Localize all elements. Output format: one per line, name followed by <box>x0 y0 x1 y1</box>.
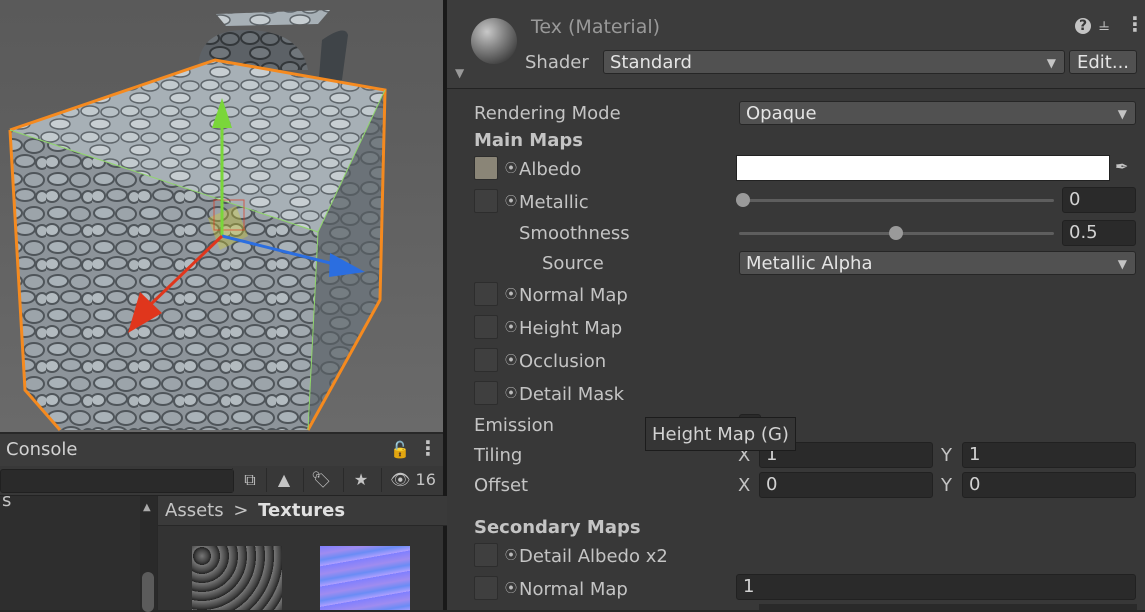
texture-lock-icon: ⦿ <box>505 353 518 367</box>
edit-shader-button[interactable]: Edit... <box>1069 50 1137 74</box>
metallic-texture-slot[interactable] <box>474 189 498 213</box>
scroll-up-icon[interactable]: ▲ <box>143 502 151 513</box>
normal-map-label: Normal Map <box>519 285 628 306</box>
height-map-texture-slot[interactable] <box>474 315 498 339</box>
breadcrumb: Assets > Textures <box>158 496 450 526</box>
albedo-color-field[interactable] <box>736 155 1110 181</box>
normal-map-thumbnail[interactable] <box>320 546 410 610</box>
occlusion-label: Occlusion <box>519 351 607 372</box>
shader-dropdown[interactable]: Standard ▼ <box>603 50 1065 74</box>
hidden-count: 16 <box>415 470 436 489</box>
offset-label: Offset <box>474 475 529 496</box>
normal-map-texture-slot[interactable] <box>474 282 498 306</box>
height-map-tooltip: Height Map (G) <box>645 417 796 451</box>
tiling-y-label: Y <box>941 445 952 466</box>
rendering-mode-dropdown[interactable]: Opaque ▼ <box>739 101 1136 125</box>
metallic-value-field[interactable]: 0 <box>1062 187 1136 213</box>
texture-lock-icon: ⦿ <box>505 548 518 562</box>
metallic-label: Metallic <box>519 192 589 213</box>
favorite-icon[interactable]: ★ <box>343 468 378 492</box>
search-input[interactable] <box>0 469 234 493</box>
secondary-normal-texture-slot[interactable] <box>474 576 498 600</box>
scrollbar[interactable]: ▲ <box>140 496 157 612</box>
chevron-right-icon: > <box>233 500 249 521</box>
albedo-label: Albedo <box>519 159 582 180</box>
stone-texture-thumbnail[interactable] <box>192 546 282 610</box>
texture-lock-icon: ⦿ <box>505 161 518 175</box>
scrollbar-thumb[interactable] <box>142 572 154 612</box>
rendering-mode-value: Opaque <box>746 103 817 124</box>
inspector-panel: ▼ Tex (Material) ? ⫨ ⋮ Shader Standard ▼… <box>447 0 1145 610</box>
chevron-down-icon: ▼ <box>1117 257 1127 271</box>
filter-type-icon[interactable]: ▲ <box>266 468 301 492</box>
texture-lock-icon: ⦿ <box>505 581 518 595</box>
breadcrumb-assets[interactable]: Assets <box>165 500 224 521</box>
texture-lock-icon: ⦿ <box>505 194 518 208</box>
offset-x-label: X <box>738 475 751 496</box>
project-toolbar: ⧉ ▲ 🏷 ★ 👁 16 <box>0 466 443 496</box>
main-maps-heading: Main Maps <box>474 130 583 151</box>
secondary-maps-heading: Secondary Maps <box>474 517 641 538</box>
chevron-down-icon: ▼ <box>1046 56 1056 70</box>
material-header: ▼ Tex (Material) ? ⫨ ⋮ Shader Standard ▼… <box>447 0 1145 89</box>
occlusion-texture-slot[interactable] <box>474 348 498 372</box>
texture-lock-icon: ⦿ <box>505 386 518 400</box>
offset-y-field[interactable]: 0 <box>962 472 1136 498</box>
console-tab[interactable]: Console <box>0 434 77 466</box>
metallic-slider-track[interactable] <box>739 199 1054 202</box>
detail-mask-texture-slot[interactable] <box>474 381 498 405</box>
help-icon[interactable]: ? <box>1075 18 1091 34</box>
source-value: Metallic Alpha <box>746 253 873 274</box>
smoothness-label: Smoothness <box>519 223 630 244</box>
smoothness-slider-knob[interactable] <box>889 226 903 240</box>
detail-albedo-label: Detail Albedo x2 <box>519 546 668 567</box>
project-folder-tree[interactable]: s ▲ <box>0 490 157 612</box>
smoothness-value-field[interactable]: 0.5 <box>1062 220 1136 246</box>
tiling-y-field[interactable]: 1 <box>962 442 1136 468</box>
lock-icon[interactable]: 🔓 <box>390 440 410 459</box>
chevron-down-icon: ▼ <box>1117 107 1127 121</box>
source-label: Source <box>542 253 604 274</box>
visibility-icon: 👁 <box>390 470 411 489</box>
more-icon[interactable]: ⋮ <box>418 436 438 460</box>
offset-y-label: Y <box>941 475 952 496</box>
eyedropper-icon[interactable]: ✒ <box>1115 157 1128 176</box>
preset-icon[interactable]: ⫨ <box>1099 14 1109 35</box>
offset-x-field[interactable]: 0 <box>759 472 933 498</box>
secondary-normal-label: Normal Map <box>519 579 628 600</box>
rendering-mode-label: Rendering Mode <box>474 103 621 124</box>
selected-cube[interactable] <box>8 58 387 431</box>
visibility-toggle[interactable]: 👁 16 <box>381 468 444 492</box>
source-dropdown[interactable]: Metallic Alpha ▼ <box>739 251 1136 275</box>
label-icon[interactable]: 🏷 <box>303 468 338 492</box>
next-row-field <box>759 604 1137 610</box>
folder-tree-label: s <box>2 490 12 511</box>
breadcrumb-textures[interactable]: Textures <box>258 500 345 521</box>
texture-lock-icon: ⦿ <box>505 287 518 301</box>
albedo-texture-slot[interactable] <box>474 156 498 180</box>
height-map-label: Height Map <box>519 318 623 339</box>
detail-albedo-texture-slot[interactable] <box>474 543 498 567</box>
shader-label: Shader <box>525 52 589 73</box>
scene-canvas[interactable] <box>0 0 443 432</box>
texture-lock-icon: ⦿ <box>505 320 518 334</box>
detail-mask-label: Detail Mask <box>519 384 625 405</box>
shader-value: Standard <box>610 52 692 73</box>
metallic-slider-knob[interactable] <box>736 193 750 207</box>
scene-view[interactable] <box>0 0 443 432</box>
search-icon[interactable]: ⧉ <box>232 468 267 492</box>
more-icon[interactable]: ⋮ <box>1125 12 1145 36</box>
console-tab-bar: Console 🔓 ⋮ <box>0 434 443 467</box>
material-preview-sphere <box>471 18 517 64</box>
tiling-label: Tiling <box>474 445 523 466</box>
secondary-normal-scale-field[interactable]: 1 <box>736 574 1136 600</box>
foldout-icon[interactable]: ▼ <box>455 66 464 80</box>
emission-label: Emission <box>474 415 555 436</box>
project-asset-view: Assets > Textures <box>158 496 450 610</box>
material-title: Tex (Material) <box>531 16 661 38</box>
